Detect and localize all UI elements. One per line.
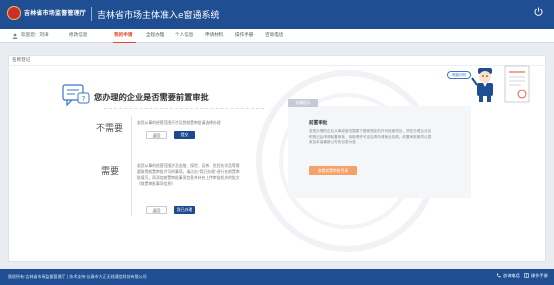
nav-active-indicator bbox=[113, 42, 136, 43]
breadcrumb: 名称登记 bbox=[12, 58, 31, 63]
nav-modify-info[interactable]: 修改信息 bbox=[69, 29, 87, 43]
view-catalog-button[interactable]: 查看前置审批目录 bbox=[309, 166, 357, 175]
footer-hotline-link[interactable]: 咨询电话 bbox=[503, 273, 520, 279]
nav-user-manual[interactable]: 操作手册 bbox=[235, 29, 253, 43]
footer-manual-link[interactable]: 操作手册 bbox=[531, 273, 548, 279]
question-title: 您办理的企业是否需要前置审批 bbox=[94, 92, 209, 102]
nav-my-applications[interactable]: 我的申请 bbox=[114, 29, 132, 43]
option-yes-done-button[interactable]: 我已办理 bbox=[174, 206, 195, 214]
user-icon bbox=[12, 33, 18, 39]
notice-tag: 温馨提示 bbox=[288, 99, 318, 107]
agency-logo-text: 吉林省市场监督管理厅 bbox=[24, 10, 87, 17]
option-yes-text: 若您从事的经营范围涉及金融、保险、证券、危险化学品等需要取得前置审批许可的事项，… bbox=[137, 163, 240, 186]
book-icon bbox=[524, 273, 529, 278]
emblem-icon bbox=[7, 6, 21, 20]
header-divider bbox=[91, 7, 92, 21]
power-icon[interactable] bbox=[533, 6, 544, 17]
help-bubble[interactable]: 有疑问吗 bbox=[447, 71, 471, 79]
nav-personal-info[interactable]: 个人信息 bbox=[175, 29, 193, 43]
svg-text:?: ? bbox=[82, 95, 86, 103]
option-no-label: 不需要 bbox=[96, 124, 124, 134]
options-divider bbox=[131, 116, 132, 216]
option-no-submit-button[interactable]: 提交 bbox=[174, 131, 195, 139]
footer-copyright: 版权所有:吉林省市场监督管理厅 | 技术支持:长春市大正无线通信科技有限公司 bbox=[8, 274, 147, 279]
nav-application-materials[interactable]: 申请材料 bbox=[205, 29, 223, 43]
dashed-divider bbox=[104, 108, 264, 109]
option-no-text: 若您从事的经营范围不涉及到前置审批请选择办理 bbox=[137, 120, 221, 125]
notice-title: 前置审批 bbox=[309, 121, 328, 126]
nav-full-process[interactable]: 全程办理 bbox=[146, 29, 164, 43]
document-illustration-icon bbox=[504, 65, 530, 103]
option-yes-label: 需要 bbox=[101, 167, 120, 177]
question-chat-icon: ? bbox=[62, 84, 90, 107]
phone-icon bbox=[496, 273, 501, 278]
system-title: 吉林省市场主体准入e窗通系统 bbox=[97, 11, 220, 21]
welcome-text: 欢迎您：刘洋 bbox=[21, 33, 49, 38]
nav-hotline[interactable]: 咨询电话 bbox=[265, 29, 283, 43]
option-no-back-button[interactable]: 返回 bbox=[146, 131, 167, 139]
option-yes-back-button[interactable]: 返回 bbox=[146, 206, 167, 214]
officer-mascot-icon bbox=[471, 68, 493, 102]
notice-text: 若您办理的企业从事经营范围属于国家规定的许可经营项目，须在办理企业名称登记后申请… bbox=[309, 129, 432, 144]
